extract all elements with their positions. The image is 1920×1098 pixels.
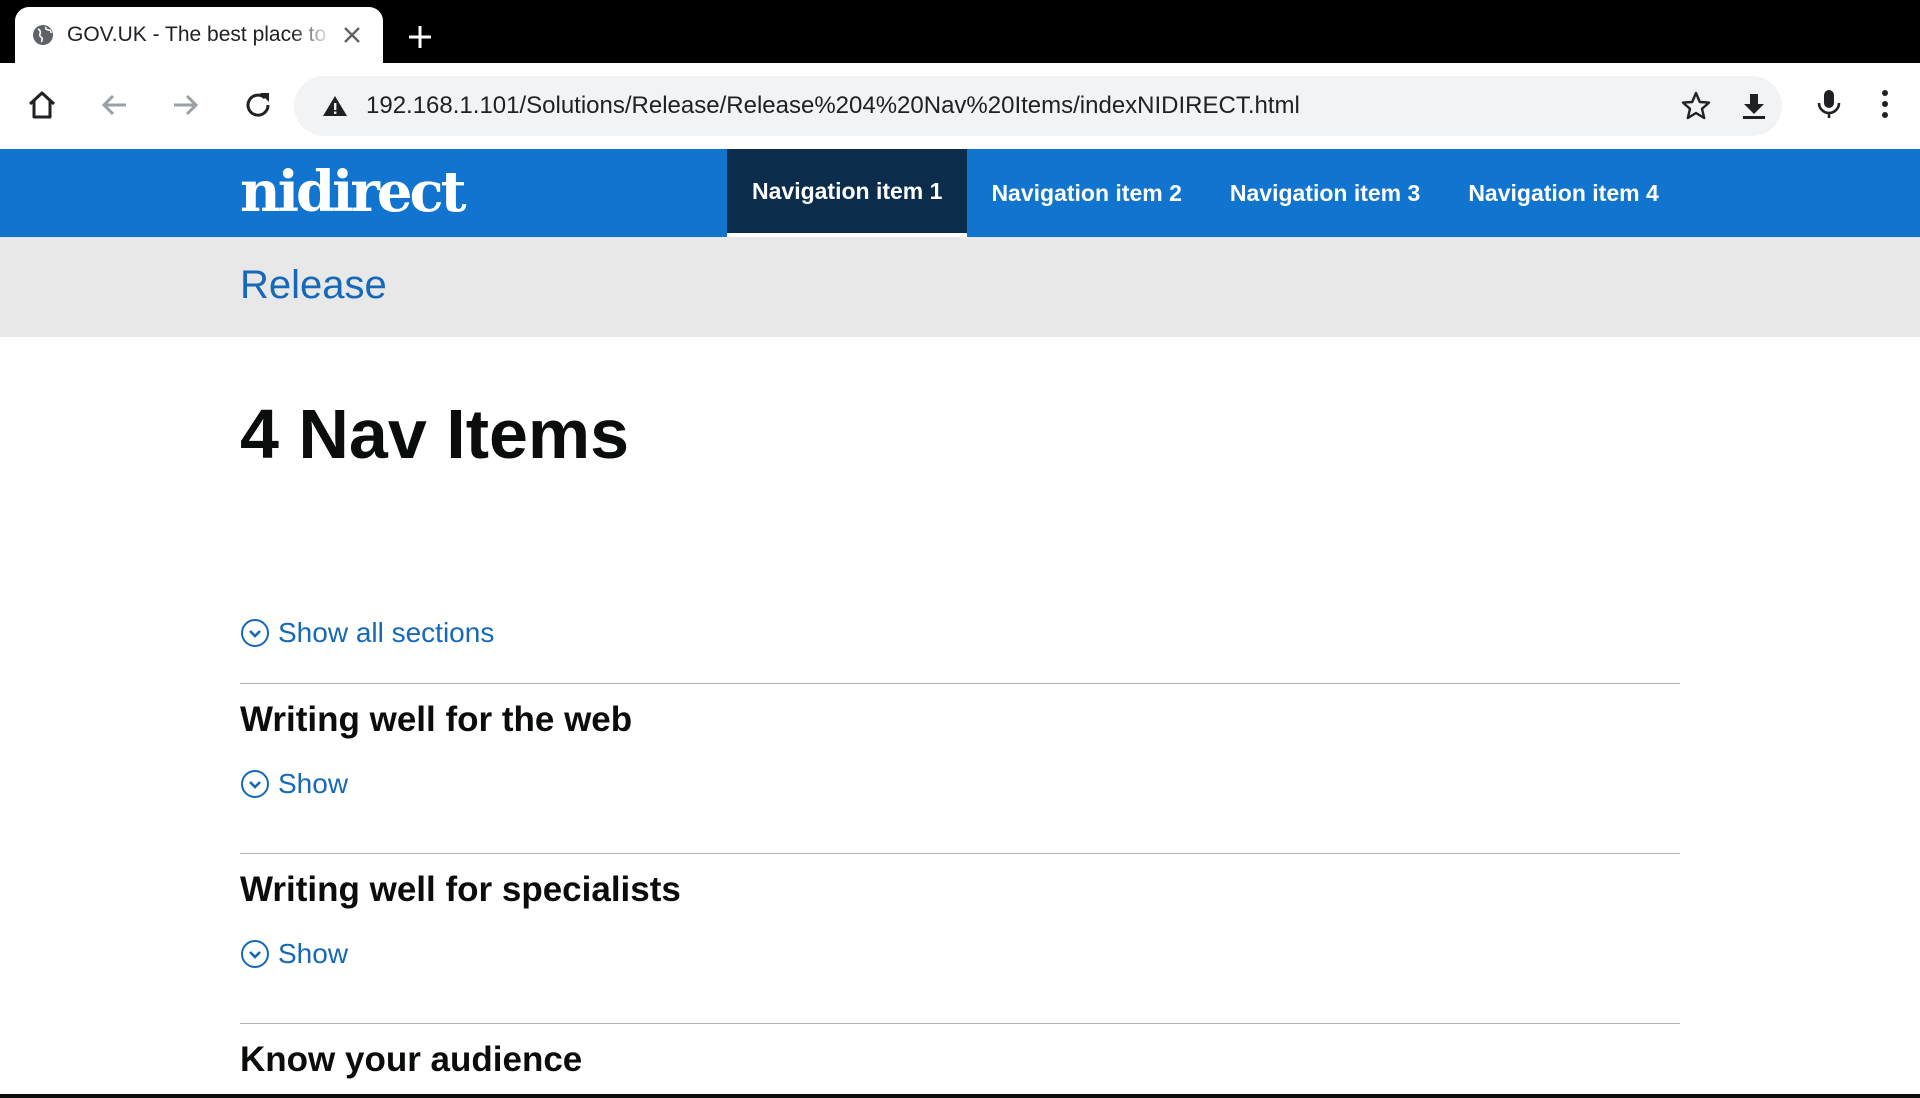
plus-icon[interactable] (405, 22, 435, 52)
nidirect-logo[interactable]: nidirect (240, 159, 467, 225)
globe-icon (33, 25, 53, 45)
accordion-section: Writing well for specialists Show (240, 853, 1680, 1023)
home-icon[interactable] (24, 87, 60, 123)
star-icon[interactable] (1680, 90, 1712, 122)
section-heading[interactable]: Writing well for the web (240, 700, 632, 740)
chevron-down-icon (241, 770, 269, 798)
section-heading[interactable]: Writing well for specialists (240, 870, 681, 910)
download-icon[interactable] (1738, 90, 1770, 122)
main-navigation: Navigation item 1 Navigation item 2 Navi… (727, 149, 1683, 237)
browser-tabstrip: GOV.UK - The best place to find governme… (0, 0, 1920, 63)
mic-icon[interactable] (1812, 87, 1846, 121)
nav-item-4[interactable]: Navigation item 4 (1444, 149, 1682, 237)
reload-icon[interactable] (240, 87, 276, 123)
page-title: 4 Nav Items (240, 395, 630, 473)
accordion-section: Writing well for the web Show (240, 683, 1680, 853)
show-all-label: Show all sections (278, 617, 495, 648)
browser-tab[interactable]: GOV.UK - The best place to find governme… (15, 7, 383, 63)
breadcrumb-band: Release (0, 237, 1920, 337)
section-show-button[interactable]: Show (240, 768, 348, 800)
chevron-down-icon (241, 940, 269, 968)
section-show-label: Show (278, 938, 349, 969)
nav-item-2[interactable]: Navigation item 2 (967, 149, 1205, 237)
bottom-edge (0, 1094, 1920, 1098)
show-all-sections-button[interactable]: Show all sections (240, 617, 494, 649)
tab-title: GOV.UK - The best place to find governme… (67, 23, 332, 46)
address-bar[interactable]: 192.168.1.101/Solutions/Release/Release%… (294, 76, 1782, 136)
browser-toolbar: 192.168.1.101/Solutions/Release/Release%… (0, 63, 1920, 149)
section-show-label: Show (278, 768, 349, 799)
chevron-down-icon (241, 619, 269, 647)
more-vert-icon[interactable] (1870, 87, 1900, 121)
site-header: nidirect Navigation item 1 Navigation it… (0, 149, 1920, 237)
back-icon[interactable] (96, 87, 132, 123)
section-heading[interactable]: Know your audience (240, 1040, 582, 1080)
forward-icon[interactable] (168, 87, 204, 123)
release-link[interactable]: Release (240, 263, 387, 308)
accordion-section: Know your audience (240, 1023, 1680, 1093)
section-show-button[interactable]: Show (240, 938, 348, 970)
warning-icon[interactable] (322, 93, 348, 119)
close-icon[interactable] (341, 24, 363, 46)
nav-item-3[interactable]: Navigation item 3 (1206, 149, 1444, 237)
nav-item-1[interactable]: Navigation item 1 (727, 149, 968, 237)
url-text[interactable]: 192.168.1.101/Solutions/Release/Release%… (366, 92, 1300, 120)
